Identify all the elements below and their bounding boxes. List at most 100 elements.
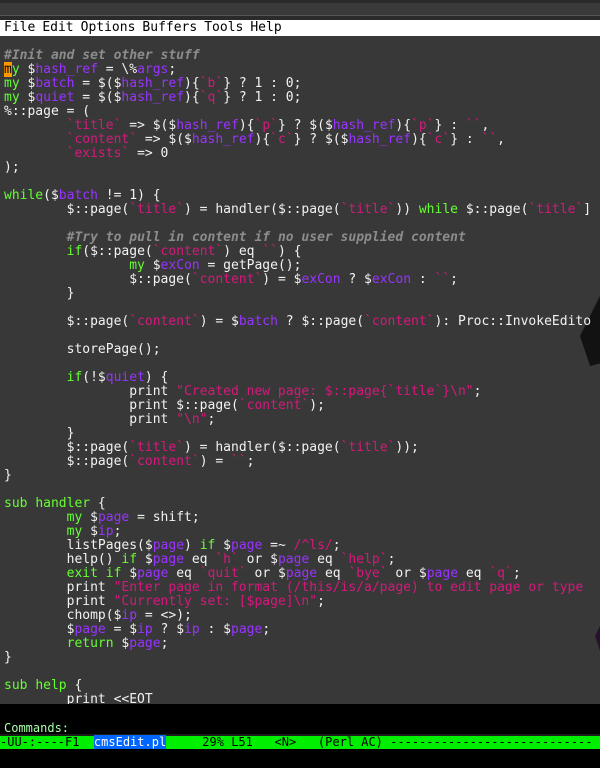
code-token: page [97,510,130,525]
code-token: my [66,510,83,525]
code-token: = $ [105,622,138,637]
code-token: handler [35,496,91,511]
code-token: `p` [411,118,435,133]
code-token: } ? $($ [277,118,333,133]
code-line: print "Enter page in format (/this/is/a/… [4,580,584,595]
code-line: $::page(`content`) = $batch ? $::page(`c… [4,314,591,329]
code-token: ) = handler($::page( [184,202,341,217]
code-line: return $page; [4,636,169,651]
code-token: ) = $ [262,272,302,287]
code-token: page [231,622,263,637]
code-token: help [35,678,67,693]
code-token: $::page( [4,272,192,287]
code-token: print [4,580,114,595]
code-line: chomp($ip = <>); [4,608,192,623]
code-token: ; [168,62,177,77]
code-token: ] [583,202,592,217]
code-token: `content` [129,314,200,329]
code-line: $::page(`title`) = handler($::page(`titl… [4,202,591,217]
code-token: )) [395,202,419,217]
code-line: ); [4,160,20,175]
code-token: ip [184,622,200,637]
menu-item-help[interactable]: Help [246,20,281,36]
code-token: `c` [426,132,451,147]
code-token: `title` [340,440,396,455]
code-token: eq [458,566,490,581]
code-token: "Created new page: $::page{`title`}\n" [176,384,474,399]
code-token: `title` [66,118,122,133]
code-token: $::page( [4,202,130,217]
code-token: `title` [528,202,584,217]
code-token: `` [262,244,278,259]
code-token: } ? $($ [293,132,349,147]
minibuffer[interactable] [0,704,600,734]
code-token: `q` [199,90,224,105]
code-line: if($::page(`content`) eq ``) { [4,244,302,259]
code-line: my $ip; [4,524,122,539]
code-line: storePage(); [4,342,161,357]
code-token: => 0 [129,146,169,161]
code-token: page [277,552,310,567]
text-cursor: m [4,62,12,77]
code-line: help() if $page eq `h` or $page eq `help… [4,552,396,567]
code-token: ? $ [340,272,372,287]
code-token: $ [121,566,138,581]
code-token: print [4,594,114,609]
code-token: ip [121,608,138,623]
code-line: $::page(`content`) = ``; [4,454,255,469]
code-token: => $($ [121,118,177,133]
code-token: = getPage(); [199,258,302,273]
code-token: page [285,566,318,581]
code-token: = $($ [74,90,122,105]
menu-item-edit[interactable]: Edit [38,20,73,36]
code-token: ){ [184,76,200,91]
code-line: print $::page(`content`); [4,398,325,413]
code-token: ; [317,594,325,609]
code-text[interactable]: #Init and set other stuff my $hash_ref =… [4,49,591,704]
code-token: while [4,188,44,203]
code-token: `exists` [66,146,130,161]
code-line: exit if $page eq `quit` or $page eq `bye… [4,566,521,581]
code-token: ){ [184,90,200,105]
code-token: `` [465,118,482,133]
code-token: if [199,538,216,553]
code-token: ; [207,412,216,427]
code-line: `title` => $($hash_ref){`p`} ? $($hash_r… [4,118,490,133]
code-line: `exists` => 0 [4,146,169,161]
code-token: $::page( [4,454,130,469]
code-token: if [66,244,83,259]
code-line: my $hash_ref = \%args; [4,62,176,77]
code-token: `q` [489,566,513,581]
menu-item-file[interactable]: File [0,20,35,36]
code-token: ; [512,566,521,581]
menu-item-buffers[interactable]: Buffers [138,20,197,36]
code-token: my [66,524,83,539]
code-token: args [137,62,169,77]
code-token: /^ls/ [293,538,333,553]
code-token: $ [137,552,153,567]
menu-item-options[interactable]: Options [77,20,136,36]
mode-line-position: 29% L51 <N> (Perl AC) [166,735,391,749]
editor-pane[interactable]: #Init and set other stuff my $hash_ref =… [0,36,600,704]
code-token: } : [450,132,482,147]
code-token: `p` [254,118,278,133]
code-token: $ [82,510,98,525]
code-token: ){ [238,118,255,133]
code-token: ip [97,524,114,539]
code-token: ; [387,552,396,567]
code-token: ; [332,538,341,553]
code-token: $ [215,538,231,553]
code-token: exCon [160,258,200,273]
menu-item-tools[interactable]: Tools [200,20,243,36]
code-token: `h` [215,552,239,567]
code-token: ; [246,454,255,469]
mode-line-buffer-name[interactable]: cmsEdit.pl [93,735,167,749]
code-token: ? $::page( [277,314,365,329]
code-token: page [137,566,169,581]
code-token: != 1) { [97,188,161,203]
